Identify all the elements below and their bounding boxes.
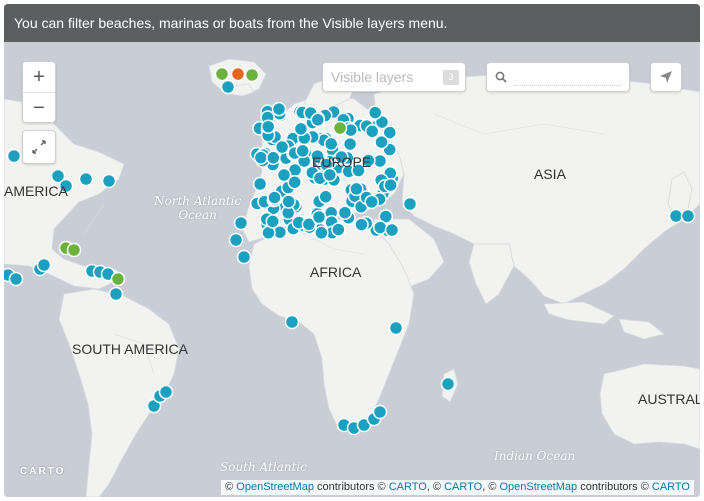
- beach-marker[interactable]: [331, 222, 346, 237]
- beach-marker[interactable]: [318, 189, 333, 205]
- label-indian-ocean: Indian Ocean: [494, 449, 576, 463]
- beach-marker[interactable]: [364, 194, 379, 210]
- attribution-sep-2: , ©: [482, 481, 500, 493]
- beach-marker[interactable]: [36, 257, 52, 273]
- label-south-atlantic: South Atlantic: [220, 460, 307, 474]
- attribution-carto-link-2[interactable]: CARTO: [444, 481, 482, 493]
- beach-marker[interactable]: [266, 150, 281, 166]
- beach-marker[interactable]: [267, 190, 282, 205]
- beach-marker[interactable]: [342, 136, 358, 152]
- beach-marker[interactable]: [322, 167, 338, 183]
- beach-marker[interactable]: [252, 176, 268, 192]
- label-asia: ASIA: [534, 166, 566, 182]
- marina-marker[interactable]: [214, 66, 230, 82]
- attribution-copyright: ©: [225, 481, 237, 493]
- attribution-osm-link-1[interactable]: OpenStreetMap: [236, 481, 314, 493]
- beach-marker[interactable]: [274, 139, 290, 155]
- beach-marker[interactable]: [8, 271, 24, 287]
- attribution-carto-link-1[interactable]: CARTO: [389, 481, 427, 493]
- beach-marker[interactable]: [260, 119, 276, 134]
- search-box[interactable]: [486, 62, 630, 92]
- visible-layers-dropdown[interactable]: Visible layers 3: [322, 62, 466, 92]
- beach-marker[interactable]: [158, 384, 174, 400]
- beach-marker[interactable]: [311, 209, 327, 225]
- visible-layers-count: 3: [443, 70, 459, 85]
- beach-marker[interactable]: [402, 196, 418, 212]
- attribution-text-1: contributors ©: [313, 481, 389, 493]
- beach-marker[interactable]: [108, 286, 124, 302]
- label-europe: EUROPE: [312, 154, 372, 170]
- beach-marker[interactable]: [228, 232, 244, 248]
- label-north-atlantic-line1: North Atlantic: [154, 194, 242, 208]
- attribution-text-2: contributors ©: [577, 481, 652, 493]
- beach-marker[interactable]: [78, 171, 94, 187]
- share-icon: [660, 71, 672, 83]
- beach-marker[interactable]: [295, 143, 310, 159]
- beach-marker[interactable]: [281, 194, 296, 209]
- beach-marker[interactable]: [287, 174, 302, 190]
- label-america: AMERICA: [4, 183, 68, 199]
- marina-marker[interactable]: [332, 120, 348, 136]
- beach-marker[interactable]: [367, 105, 383, 120]
- beach-marker[interactable]: [310, 112, 326, 128]
- zoom-out-button[interactable]: −: [23, 92, 55, 122]
- fullscreen-icon: [32, 140, 46, 154]
- beach-marker[interactable]: [384, 222, 400, 238]
- marina-marker[interactable]: [244, 67, 260, 83]
- beach-marker[interactable]: [101, 173, 117, 189]
- beach-marker[interactable]: [314, 225, 329, 241]
- beach-marker[interactable]: [374, 134, 389, 150]
- beach-marker[interactable]: [220, 79, 236, 95]
- share-button[interactable]: [650, 62, 682, 92]
- boat-marker[interactable]: [230, 66, 246, 82]
- zoom-in-button[interactable]: +: [23, 62, 55, 92]
- beach-marker[interactable]: [668, 208, 684, 224]
- beach-marker[interactable]: [236, 249, 252, 265]
- map[interactable]: You can filter beaches, marinas or boats…: [4, 4, 700, 497]
- beach-marker[interactable]: [6, 148, 22, 164]
- beach-marker[interactable]: [440, 376, 456, 392]
- attribution: © OpenStreetMap contributors © CARTO, © …: [221, 480, 694, 495]
- label-north-atlantic-line2: Ocean: [178, 208, 217, 222]
- beach-marker[interactable]: [253, 150, 269, 165]
- marina-marker[interactable]: [66, 242, 82, 258]
- visible-layers-label: Visible layers: [331, 69, 414, 85]
- fullscreen-button[interactable]: [22, 130, 56, 164]
- attribution-osm-link-2[interactable]: OpenStreetMap: [499, 481, 577, 493]
- carto-logo: CARTO: [20, 466, 66, 477]
- beach-marker[interactable]: [354, 217, 369, 232]
- search-icon: [495, 71, 507, 83]
- beach-marker[interactable]: [383, 177, 398, 193]
- label-south-america: SOUTH AMERICA: [72, 341, 188, 357]
- marina-marker[interactable]: [110, 271, 126, 287]
- beach-marker[interactable]: [271, 101, 287, 117]
- label-australia: AUSTRALI: [638, 391, 700, 407]
- beach-marker[interactable]: [293, 121, 309, 137]
- attribution-carto-link-3[interactable]: CARTO: [652, 481, 690, 493]
- beach-marker[interactable]: [337, 205, 353, 220]
- beach-marker[interactable]: [372, 220, 388, 235]
- attribution-sep-1: , ©: [426, 481, 445, 493]
- info-banner: You can filter beaches, marinas or boats…: [4, 4, 700, 42]
- zoom-control: + −: [22, 61, 56, 123]
- beach-marker[interactable]: [372, 404, 388, 420]
- beach-marker[interactable]: [388, 320, 404, 336]
- beach-marker[interactable]: [265, 214, 281, 229]
- label-north-atlantic: North Atlantic Ocean: [154, 194, 241, 222]
- search-input[interactable]: [513, 68, 621, 86]
- beach-marker[interactable]: [284, 314, 300, 330]
- label-africa: AFRICA: [310, 264, 362, 280]
- beach-marker[interactable]: [680, 208, 696, 224]
- beach-marker[interactable]: [323, 136, 339, 152]
